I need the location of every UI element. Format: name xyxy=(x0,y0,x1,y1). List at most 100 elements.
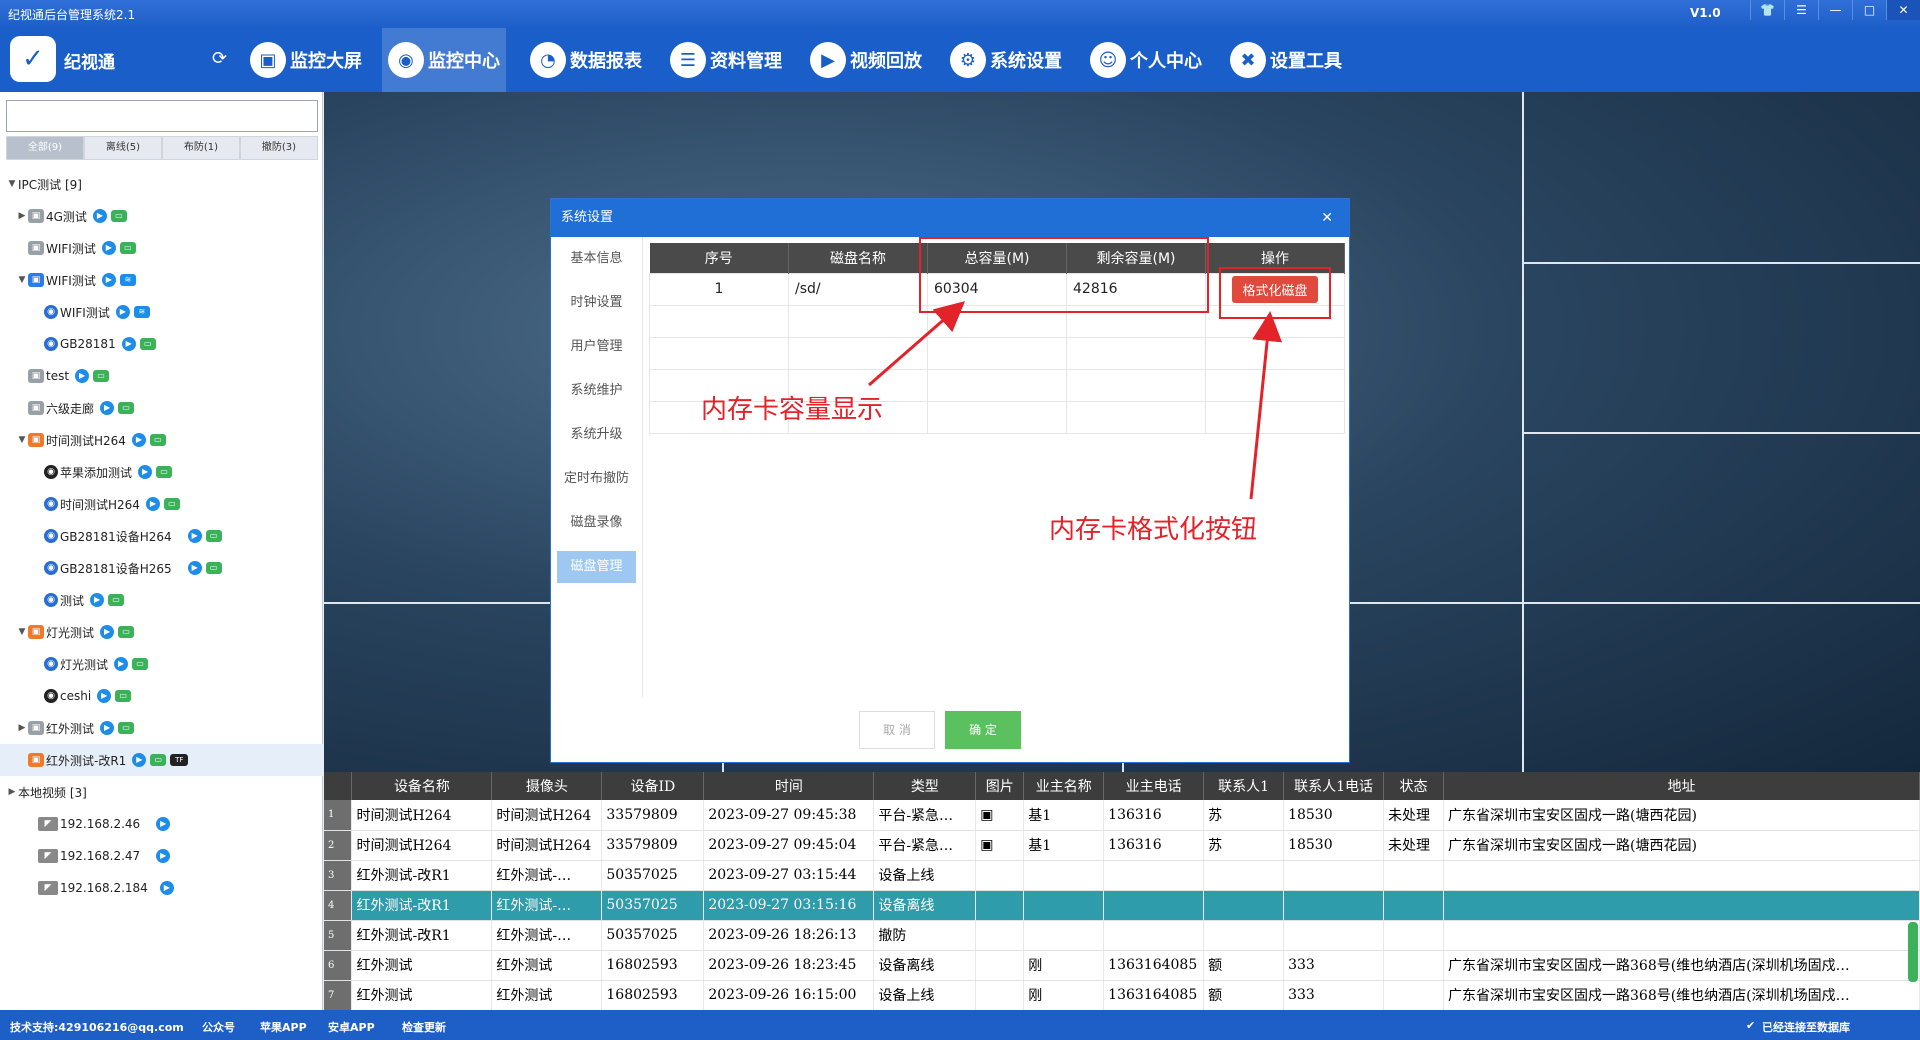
minimize-button[interactable]: — xyxy=(1818,0,1852,20)
tree-item[interactable]: ▶ ▣ 红外测试 ▶ ▭ xyxy=(0,712,323,744)
play-icon[interactable]: ▶ xyxy=(97,689,112,703)
table-row[interactable]: 7 红外测试 红外测试 16802593 2023-09-26 16:15:00 设备上线… xyxy=(324,980,1920,1010)
menu-icon[interactable]: ☰ xyxy=(1784,0,1818,20)
tree-item[interactable]: ◉ ceshi ▶ ▭ xyxy=(0,680,323,712)
tree-item[interactable]: ◉ GB28181设备H264 ▶ ▭ xyxy=(0,520,323,552)
tree-item[interactable]: ◉ GB28181 ▶ ▭ xyxy=(0,328,323,360)
nav-monitor-screen[interactable]: ▣ 监控大屏 xyxy=(244,28,368,92)
tree-label: 4G测试 xyxy=(46,209,87,224)
nav-setup-tools[interactable]: ✖ 设置工具 xyxy=(1224,28,1348,92)
tab-all[interactable]: 全部(9) xyxy=(6,136,84,160)
refresh-icon[interactable]: ⟳ xyxy=(212,48,227,69)
play-icon[interactable]: ▶ xyxy=(121,337,136,351)
table-cell: 2023-09-27 03:15:16 xyxy=(703,890,875,921)
tree-item[interactable]: ◉ 苹果添加测试 ▶ ▭ xyxy=(0,456,323,488)
play-icon[interactable]: ▶ xyxy=(100,721,115,735)
tree-item[interactable]: ▶ ▣ 4G测试 ▶ ▭ xyxy=(0,200,323,232)
play-icon[interactable]: ▶ xyxy=(100,625,115,639)
play-icon[interactable]: ▶ xyxy=(101,241,116,255)
tree-item[interactable]: ▼ ▣ 灯光测试 ▶ ▭ xyxy=(0,616,323,648)
table-row[interactable]: 6 红外测试 红外测试 16802593 2023-09-26 18:23:45 设备离线… xyxy=(324,950,1920,981)
play-icon[interactable]: ▶ xyxy=(90,593,105,607)
nav-system-settings[interactable]: ⚙ 系统设置 xyxy=(944,28,1068,92)
row-index: 6 xyxy=(324,950,353,981)
play-icon[interactable]: ▶ xyxy=(138,465,153,479)
row-index: 2 xyxy=(324,830,353,861)
column-header: 业主名称 xyxy=(1023,772,1105,800)
table-cell: 33579809 xyxy=(601,830,705,861)
tree-item[interactable]: ◉ 时间测试H264 ▶ ▭ xyxy=(0,488,323,520)
collapse-arrow-icon[interactable]: ▶ xyxy=(16,723,28,733)
scrollbar-thumb[interactable] xyxy=(1908,922,1918,982)
tree-item[interactable]: ▣ 六级走廊 ▶ ▭ xyxy=(0,392,323,424)
table-row[interactable]: 2 时间测试H264 时间测试H264 33579809 2023-09-27 09:4… xyxy=(324,830,1920,861)
collapse-arrow-icon[interactable]: ▶ xyxy=(6,787,18,797)
nav-video-playback[interactable]: ▶ 视频回放 xyxy=(804,28,928,92)
tree-item[interactable]: ◤ 192.168.2.46 ▶ xyxy=(0,808,323,840)
tree-item[interactable]: ◉ GB28181设备H265 ▶ ▭ xyxy=(0,552,323,584)
tree-group[interactable]: ▶ 本地视频 [3] xyxy=(0,776,323,808)
nav-personal-center[interactable]: ☺ 个人中心 xyxy=(1084,28,1208,92)
table-row[interactable]: 4 红外测试-改R1 红外测试-… 50357025 2023-09-27 03:15:… xyxy=(324,890,1920,921)
tree-item[interactable]: ▼ ▣ 时间测试H264 ▶ ▭ xyxy=(0,424,323,456)
tree-item[interactable]: ◉ 灯光测试 ▶ ▭ xyxy=(0,648,323,680)
play-icon[interactable]: ▶ xyxy=(187,529,202,543)
brand-name: 纪视通 xyxy=(64,53,115,73)
camera-icon: ◉ xyxy=(44,689,58,703)
tree-item[interactable]: ▣ WIFI测试 ▶ ▭ xyxy=(0,232,323,264)
status-bar: 技术支持:429106216@qq.com 公众号 苹果APP 安卓APP 检查… xyxy=(0,1010,1920,1040)
tree-item-selected[interactable]: ▣ 红外测试-改R1 ▶ ▭ TF xyxy=(0,744,323,776)
tree-item[interactable]: ▣ test ▶ ▭ xyxy=(0,360,323,392)
play-icon[interactable]: ▶ xyxy=(187,561,202,575)
tab-offline[interactable]: 离线(5) xyxy=(84,136,162,160)
play-icon[interactable]: ▶ xyxy=(159,881,174,895)
expand-arrow-icon[interactable]: ▼ xyxy=(16,275,28,285)
row-index: 3 xyxy=(324,860,353,891)
table-row[interactable]: 3 红外测试-改R1 红外测试-… 50357025 2023-09-27 03:15:… xyxy=(324,860,1920,891)
search-input[interactable] xyxy=(6,100,318,132)
online-badge-icon: ▭ xyxy=(205,562,222,574)
check-update-link[interactable]: 检查更新 xyxy=(402,1019,446,1035)
nav-monitor-center[interactable]: ◉ 监控中心 xyxy=(382,28,506,92)
maximize-button[interactable]: □ xyxy=(1852,0,1886,20)
tree-group[interactable]: ▼ IPC测试 [9] xyxy=(0,168,323,200)
expand-arrow-icon[interactable]: ▼ xyxy=(16,627,28,637)
nav-data-report[interactable]: ◔ 数据报表 xyxy=(524,28,648,92)
android-app-link[interactable]: 安卓APP xyxy=(328,1019,375,1035)
play-icon[interactable]: ▶ xyxy=(156,817,171,831)
nav-data-management[interactable]: ☰ 资料管理 xyxy=(664,28,788,92)
tab-disarmed[interactable]: 撤防(3) xyxy=(240,136,318,160)
play-icon[interactable]: ▶ xyxy=(100,401,115,415)
play-icon[interactable]: ▶ xyxy=(101,273,116,287)
online-badge-icon: ▭ xyxy=(139,338,156,350)
tree-item[interactable]: ▼ ▣ WIFI测试 ▶ ≋ xyxy=(0,264,323,296)
tree-item[interactable]: ◤ 192.168.2.184 ▶ xyxy=(0,872,323,904)
play-icon[interactable]: ▶ xyxy=(156,849,171,863)
shirt-icon[interactable]: 👕 xyxy=(1750,0,1784,20)
column-header: 设备名称 xyxy=(351,772,493,800)
table-cell: 16802593 xyxy=(601,980,705,1010)
play-icon[interactable]: ▶ xyxy=(132,753,147,767)
wechat-link[interactable]: 公众号 xyxy=(202,1019,235,1035)
tree-item[interactable]: ◤ 192.168.2.47 ▶ xyxy=(0,840,323,872)
tree-item[interactable]: ◉ 测试 ▶ ▭ xyxy=(0,584,323,616)
table-cell xyxy=(1203,890,1285,921)
tab-armed[interactable]: 布防(1) xyxy=(162,136,240,160)
table-row[interactable]: 1 时间测试H264 时间测试H264 33579809 2023-09-27 09:4… xyxy=(324,800,1920,831)
table-cell xyxy=(975,980,1025,1010)
play-icon[interactable]: ▶ xyxy=(131,433,146,447)
play-icon[interactable]: ▶ xyxy=(145,497,160,511)
play-icon[interactable]: ▶ xyxy=(92,209,107,223)
expand-arrow-icon[interactable]: ▼ xyxy=(16,435,28,445)
table-row[interactable]: 5 红外测试-改R1 红外测试-… 50357025 2023-09-26 18:26:… xyxy=(324,920,1920,951)
play-icon[interactable]: ▶ xyxy=(75,369,90,383)
table-cell xyxy=(1103,890,1205,921)
collapse-arrow-icon[interactable]: ▶ xyxy=(16,211,28,221)
tree-item[interactable]: ◉ WIFI测试 ▶ ≋ xyxy=(0,296,323,328)
table-cell: 广东省深圳市宝安区固戍一路(塘西花园) xyxy=(1443,830,1920,861)
play-icon[interactable]: ▶ xyxy=(114,657,129,671)
play-icon[interactable]: ▶ xyxy=(115,305,130,319)
apple-app-link[interactable]: 苹果APP xyxy=(260,1019,307,1035)
close-window-button[interactable]: ✕ xyxy=(1886,0,1920,20)
expand-arrow-icon[interactable]: ▼ xyxy=(6,179,18,189)
